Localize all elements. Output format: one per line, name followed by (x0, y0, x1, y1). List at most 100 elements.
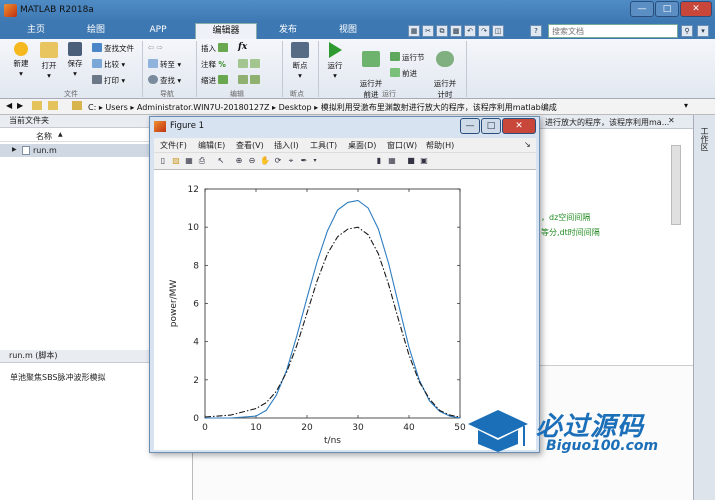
x-tick-label: 10 (250, 423, 262, 433)
maximize-button[interactable]: □ (655, 1, 679, 17)
breakpoints-button[interactable]: 断点 ▾ (286, 42, 314, 80)
figure-minimize-button[interactable]: — (460, 118, 480, 134)
run-time-button[interactable]: 运行并 计时 (428, 42, 462, 100)
colorbar-icon[interactable]: ▮ (374, 156, 384, 166)
cut-quick-icon[interactable]: ✂ (422, 25, 434, 37)
find-button[interactable]: 查找 ▾ (148, 75, 181, 86)
address-dropdown-icon[interactable]: ▾ (684, 101, 688, 110)
advance-label: 前进 (402, 69, 417, 78)
goto-button[interactable]: 转至 ▾ (148, 59, 181, 70)
tab-plots[interactable]: 绘图 (74, 23, 118, 39)
current-path[interactable]: C: ▸ Users ▸ Administrator.WIN7U-2018012… (88, 102, 557, 113)
edit-tools-icons[interactable] (238, 59, 262, 69)
tab-apps[interactable]: APP (136, 23, 180, 39)
compare-label: 比较 (104, 60, 119, 69)
legend-icon[interactable]: ▦ (387, 156, 397, 166)
pan-icon[interactable]: ✋ (260, 156, 270, 166)
rotate-icon[interactable]: ⟳ (273, 156, 283, 166)
window-title: MATLAB R2018a (20, 5, 94, 15)
x-tick-label: 20 (301, 423, 313, 433)
hide-tools-icon[interactable]: ■ (406, 156, 416, 166)
axes-box (204, 188, 461, 419)
save-label: 保存 (67, 59, 83, 68)
figure-close-button[interactable]: ✕ (502, 118, 536, 134)
search-icon[interactable]: ⚲ (681, 25, 693, 37)
forward-arrow-icon[interactable]: ▶ (17, 101, 23, 110)
tab-home[interactable]: 主页 (14, 23, 58, 39)
back-arrow-icon[interactable]: ◀ (6, 101, 12, 110)
zoom-in-icon[interactable]: ⊕ (234, 156, 244, 166)
help-quick-icon[interactable]: ? (530, 25, 542, 37)
browse-folder-icon[interactable] (48, 101, 58, 110)
x-tick-label: 30 (352, 423, 364, 433)
indent-label: 缩进 (201, 76, 216, 85)
group-label-file: 文件 (64, 90, 78, 98)
tab-view[interactable]: 视图 (326, 23, 370, 39)
print-figure-icon[interactable]: ⎙ (197, 156, 207, 166)
run-advance-icon (362, 51, 380, 67)
ribbon-separator (318, 41, 319, 97)
current-folder-title: 当前文件夹 (9, 116, 49, 125)
brush-dropdown-icon[interactable]: ▾ (310, 156, 320, 166)
run-icon (328, 42, 342, 58)
menu-help[interactable]: 帮助(H) (426, 140, 454, 151)
unwrap-icon (250, 59, 260, 68)
find-files-button[interactable]: 查找文件 (92, 43, 134, 54)
print-button[interactable]: 打印 ▾ (92, 75, 125, 86)
x-axis-label: t/ns (324, 436, 341, 446)
sort-asc-icon: ▲ (58, 131, 63, 138)
notifications-icon[interactable]: ▾ (697, 25, 709, 37)
undo-quick-icon[interactable]: ↶ (464, 25, 476, 37)
new-figure-icon[interactable]: ▯ (158, 156, 168, 166)
menu-dock-icon[interactable]: ↘ (524, 140, 531, 149)
tab-editor[interactable]: 编辑器 (195, 23, 257, 39)
menu-tools[interactable]: 工具(T) (310, 140, 337, 151)
advance-button[interactable]: 前进 (390, 68, 417, 79)
run-section-icon (390, 52, 400, 61)
copy-quick-icon[interactable]: ⧉ (436, 25, 448, 37)
figure-maximize-button[interactable]: □ (481, 118, 501, 134)
edit-tools-icons-2[interactable] (238, 75, 262, 85)
paste-quick-icon[interactable]: ▩ (450, 25, 462, 37)
new-button[interactable]: 新建 ▾ (6, 42, 36, 78)
open-label: 打开 (41, 61, 57, 70)
decrease-indent-icon (250, 75, 260, 84)
redo-quick-icon[interactable]: ↷ (478, 25, 490, 37)
compare-icon (92, 59, 102, 68)
editor-scrollbar[interactable] (671, 145, 681, 225)
menu-desktop[interactable]: 桌面(D) (348, 140, 376, 151)
editor-tab-close-icon[interactable]: ✕ (668, 116, 675, 125)
new-label: 新建 (13, 59, 29, 68)
comment-button[interactable]: 注释 % (201, 59, 226, 70)
compare-button[interactable]: 比较 ▾ (92, 59, 125, 70)
data-cursor-icon[interactable]: ⌖ (286, 156, 296, 166)
menu-window[interactable]: 窗口(W) (387, 140, 417, 151)
indent-button[interactable]: 缩进 (201, 75, 230, 86)
save-button[interactable]: 保存 ▾ (62, 42, 88, 78)
watermark-url: Biguo100.com (546, 438, 659, 454)
run-button[interactable]: 运行 ▾ (322, 42, 348, 80)
save-quick-icon[interactable]: ▦ (408, 25, 420, 37)
search-input[interactable] (548, 24, 678, 38)
menu-file[interactable]: 文件(F) (160, 140, 187, 151)
menu-view[interactable]: 查看(V) (236, 140, 264, 151)
minimize-button[interactable]: — (630, 1, 654, 17)
up-folder-icon[interactable] (32, 101, 42, 110)
switch-windows-icon[interactable]: ◫ (492, 25, 504, 37)
open-button[interactable]: 打开 ▾ (36, 42, 62, 80)
run-label: 运行 (327, 61, 343, 70)
brush-icon[interactable]: ✒ (299, 156, 309, 166)
menu-insert[interactable]: 插入(I) (274, 140, 299, 151)
zoom-out-icon[interactable]: ⊖ (247, 156, 257, 166)
open-file-icon[interactable]: ▨ (171, 156, 181, 166)
tab-publish[interactable]: 发布 (266, 23, 310, 39)
save-figure-icon[interactable]: ▦ (184, 156, 194, 166)
fx-button[interactable]: fx (238, 42, 247, 52)
menu-edit[interactable]: 编辑(E) (198, 140, 225, 151)
insert-button[interactable]: 插入 (201, 43, 230, 54)
run-section-button[interactable]: 运行节 (390, 52, 425, 63)
back-forward-buttons[interactable]: ⇦ ⇨ (148, 43, 163, 52)
show-tools-icon[interactable]: ▣ (419, 156, 429, 166)
close-button[interactable]: ✕ (680, 1, 712, 17)
pointer-icon[interactable]: ↖ (216, 156, 226, 166)
